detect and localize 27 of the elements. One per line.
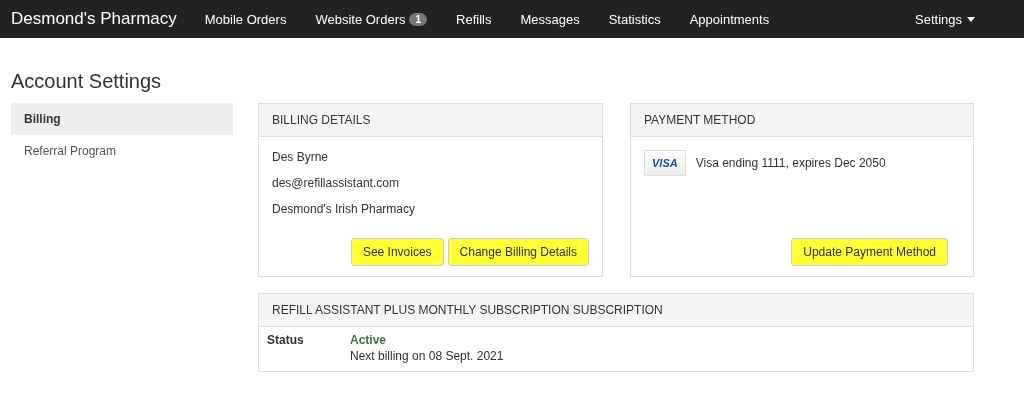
- billing-line: des@refillassistant.com: [272, 176, 400, 190]
- panel-heading: REFILL ASSISTANT PLUS MONTHLY SUBSCRIPTION SUBSCRIPTION: [259, 294, 973, 327]
- action-button[interactable]: Update Payment Method: [791, 238, 948, 266]
- nav-link[interactable]: Appointments: [689, 11, 770, 27]
- settings-menu[interactable]: Settings: [915, 11, 975, 27]
- billing-line: Des Byrne: [272, 150, 330, 164]
- nav-link[interactable]: Messages: [520, 11, 580, 27]
- nav-link[interactable]: Website Orders 1: [315, 11, 428, 27]
- nav-link[interactable]: Refills: [456, 11, 492, 27]
- page-title: Account Settings: [11, 70, 163, 93]
- nav-link[interactable]: Mobile Orders: [204, 11, 287, 27]
- nav-link[interactable]: Statistics: [608, 11, 661, 27]
- panel-heading: PAYMENT METHOD: [631, 104, 973, 137]
- status-label: Status: [267, 333, 305, 349]
- sidebar-item[interactable]: Billing: [11, 103, 233, 135]
- brand[interactable]: Desmond's Pharmacy: [11, 9, 177, 29]
- status-value: Active: [350, 333, 388, 347]
- card-logo: VISA: [644, 150, 686, 176]
- count-badge: 1: [409, 12, 428, 26]
- sidebar-item[interactable]: Referral Program: [11, 135, 233, 167]
- panel-heading: BILLING DETAILS: [259, 104, 602, 137]
- next-billing: Next billing on 08 Sept. 2021: [350, 349, 505, 363]
- caret-icon: [967, 16, 975, 22]
- action-button[interactable]: Change Billing Details: [447, 238, 589, 266]
- card-description: Visa ending 1111, expires Dec 2050: [695, 156, 886, 170]
- billing-line: Desmond's Irish Pharmacy: [272, 202, 416, 216]
- action-button[interactable]: See Invoices: [350, 238, 444, 266]
